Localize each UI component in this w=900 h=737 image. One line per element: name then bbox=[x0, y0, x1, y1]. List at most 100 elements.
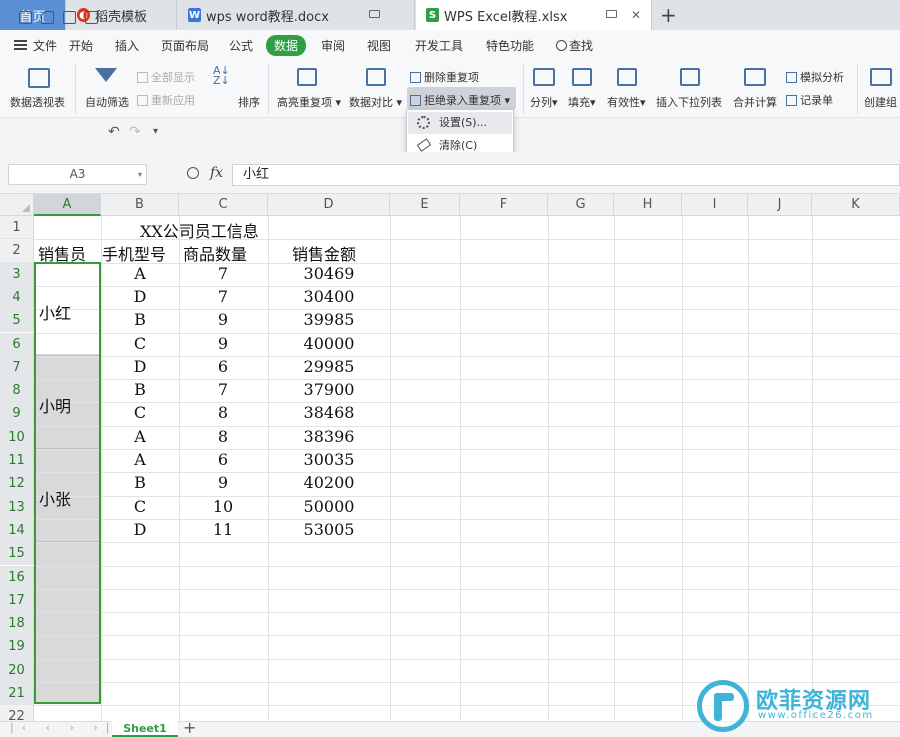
data-cell[interactable]: 8 bbox=[183, 403, 263, 422]
simulate-button[interactable]: 模拟分析 bbox=[786, 69, 844, 85]
data-cell[interactable]: 53005 bbox=[289, 520, 369, 539]
data-cell[interactable]: 7 bbox=[183, 380, 263, 399]
add-sheet-button[interactable]: + bbox=[183, 718, 196, 737]
add-tab-button[interactable]: + bbox=[660, 3, 677, 27]
reapply-button[interactable]: 重新应用 bbox=[137, 92, 195, 108]
column-header[interactable]: I bbox=[682, 194, 748, 216]
export-icon[interactable] bbox=[41, 11, 54, 24]
column-header[interactable]: E bbox=[390, 194, 460, 216]
row-header[interactable]: 11 bbox=[0, 449, 34, 473]
row-header[interactable]: 1 bbox=[0, 216, 34, 240]
data-cell[interactable]: 30400 bbox=[289, 287, 369, 306]
row-header[interactable]: 19 bbox=[0, 635, 34, 659]
column-header[interactable]: G bbox=[548, 194, 614, 216]
record-sheet-button[interactable]: 记录单 bbox=[786, 92, 833, 108]
customize-toolbar-icon[interactable]: ▾ bbox=[153, 126, 158, 137]
row-header[interactable]: 2 bbox=[0, 239, 34, 263]
row-header[interactable]: 12 bbox=[0, 472, 34, 496]
data-cell[interactable]: C bbox=[100, 334, 180, 353]
redo-icon[interactable]: ↷ bbox=[129, 124, 141, 140]
data-cell[interactable]: A bbox=[100, 450, 180, 469]
salesperson-cell[interactable]: 小红 bbox=[39, 300, 71, 324]
data-cell[interactable]: 38396 bbox=[289, 427, 369, 446]
row-header[interactable]: 4 bbox=[0, 285, 34, 310]
save-icon[interactable] bbox=[19, 11, 32, 24]
data-cell[interactable]: 9 bbox=[183, 310, 263, 329]
data-cell[interactable]: 7 bbox=[183, 287, 263, 306]
row-header[interactable]: 14 bbox=[0, 518, 34, 543]
column-header[interactable]: K bbox=[812, 194, 900, 216]
data-cell[interactable]: 7 bbox=[183, 264, 263, 283]
data-cell[interactable]: A bbox=[100, 427, 180, 446]
menu-file[interactable]: 文件 bbox=[33, 37, 57, 54]
hamburger-icon[interactable] bbox=[14, 40, 27, 50]
reject-dup-button[interactable]: 拒绝录入重复项 ▾ bbox=[410, 92, 510, 108]
monitor-icon[interactable] bbox=[369, 10, 380, 18]
print-preview-icon[interactable] bbox=[85, 11, 98, 24]
data-cell[interactable]: 6 bbox=[183, 450, 263, 469]
data-cell[interactable]: 50000 bbox=[289, 497, 369, 516]
data-cell[interactable]: B bbox=[100, 380, 180, 399]
row-header[interactable]: 7 bbox=[0, 355, 34, 380]
row-header[interactable]: 5 bbox=[0, 309, 34, 333]
row-header[interactable]: 8 bbox=[0, 379, 34, 403]
column-header[interactable]: H bbox=[614, 194, 682, 216]
tab-excel-doc[interactable]: S WPS Excel教程.xlsx ✕ bbox=[416, 0, 652, 30]
chevron-down-icon[interactable]: ▾ bbox=[138, 165, 142, 184]
data-cell[interactable]: B bbox=[100, 473, 180, 492]
header-quantity[interactable]: 商品数量 bbox=[183, 241, 247, 265]
data-cell[interactable]: 40000 bbox=[289, 334, 369, 353]
menu-insert[interactable]: 插入 bbox=[115, 37, 139, 54]
select-all-corner[interactable] bbox=[0, 194, 34, 216]
data-cell[interactable]: C bbox=[100, 403, 180, 422]
row-header[interactable]: 18 bbox=[0, 612, 34, 636]
column-header[interactable]: D bbox=[268, 194, 390, 216]
menu-review[interactable]: 审阅 bbox=[321, 37, 345, 54]
data-cell[interactable]: 8 bbox=[183, 427, 263, 446]
sheet-tab[interactable]: Sheet1 bbox=[112, 721, 178, 737]
formula-input[interactable]: 小红 bbox=[232, 164, 900, 186]
header-amount[interactable]: 销售金额 bbox=[292, 241, 356, 265]
close-icon[interactable]: ✕ bbox=[631, 8, 641, 22]
row-header[interactable]: 22 bbox=[0, 705, 34, 721]
undo-icon[interactable]: ↶ bbox=[108, 124, 120, 140]
salesperson-cell[interactable]: 小张 bbox=[39, 486, 71, 510]
data-cell[interactable]: 37900 bbox=[289, 380, 369, 399]
menu-view[interactable]: 视图 bbox=[367, 37, 391, 54]
data-cell[interactable]: D bbox=[100, 357, 180, 376]
menu-formula[interactable]: 公式 bbox=[229, 37, 253, 54]
header-phone-model[interactable]: 手机型号 bbox=[102, 241, 166, 265]
print-icon[interactable] bbox=[63, 11, 76, 24]
header-salesperson[interactable]: 销售员 bbox=[38, 241, 86, 265]
row-header[interactable]: 15 bbox=[0, 542, 34, 566]
data-cell[interactable]: D bbox=[100, 520, 180, 539]
row-header[interactable]: 16 bbox=[0, 565, 34, 589]
data-cell[interactable]: 9 bbox=[183, 334, 263, 353]
data-cell[interactable]: D bbox=[100, 287, 180, 306]
data-cell[interactable]: 30035 bbox=[289, 450, 369, 469]
row-header[interactable]: 10 bbox=[0, 425, 34, 449]
data-cell[interactable]: 11 bbox=[183, 520, 263, 539]
monitor-icon[interactable] bbox=[606, 10, 617, 18]
data-cell[interactable]: B bbox=[100, 310, 180, 329]
data-cell[interactable]: A bbox=[100, 264, 180, 283]
search-menu[interactable]: 查找 bbox=[556, 37, 593, 54]
menu-home[interactable]: 开始 bbox=[69, 37, 93, 54]
column-header[interactable]: A bbox=[34, 194, 101, 216]
row-header[interactable]: 13 bbox=[0, 495, 34, 519]
row-header[interactable]: 21 bbox=[0, 682, 34, 706]
tab-daoke-template[interactable]: ◐ 稻壳模板 bbox=[67, 0, 177, 30]
remove-dup-button[interactable]: 删除重复项 bbox=[410, 69, 479, 85]
data-cell[interactable]: 30469 bbox=[289, 264, 369, 283]
row-header[interactable]: 17 bbox=[0, 588, 34, 613]
data-cell[interactable]: 6 bbox=[183, 357, 263, 376]
sheet-title[interactable]: XX公司员工信息 bbox=[140, 218, 259, 242]
data-cell[interactable]: 38468 bbox=[289, 403, 369, 422]
zoom-icon[interactable] bbox=[187, 167, 199, 179]
menu-special[interactable]: 特色功能 bbox=[486, 37, 534, 54]
data-cell[interactable]: 10 bbox=[183, 497, 263, 516]
tab-word-doc[interactable]: W wps word教程.docx bbox=[178, 0, 415, 30]
data-cell[interactable]: 40200 bbox=[289, 473, 369, 492]
row-header[interactable]: 6 bbox=[0, 332, 34, 356]
name-box[interactable]: A3 ▾ bbox=[8, 164, 147, 185]
